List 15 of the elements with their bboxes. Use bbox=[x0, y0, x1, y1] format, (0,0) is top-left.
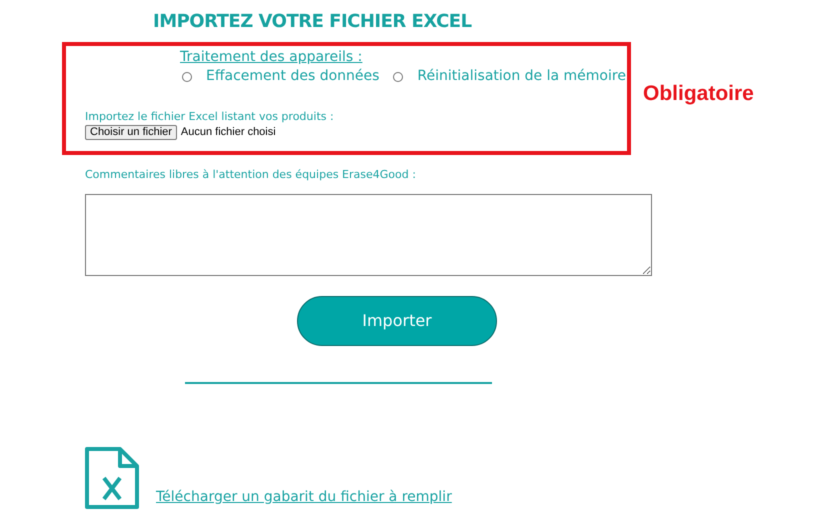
radio-label[interactable]: Réinitialisation de la mémoire bbox=[417, 66, 626, 87]
radio-button[interactable] bbox=[182, 72, 192, 82]
import-button[interactable]: Importer bbox=[297, 296, 497, 346]
spreadsheet-file-icon bbox=[84, 446, 140, 510]
radio-label[interactable]: Effacement des données bbox=[206, 66, 380, 87]
page-title: IMPORTEZ VOTRE FICHIER EXCEL bbox=[153, 10, 472, 34]
comments-field[interactable] bbox=[85, 194, 652, 276]
treatment-label: Traitement des appareils : bbox=[180, 48, 362, 67]
file-status: Aucun fichier choisi bbox=[180, 125, 276, 140]
required-annotation: Obligatoire bbox=[643, 81, 754, 107]
template-download-link[interactable]: Télécharger un gabarit du fichier à remplir bbox=[156, 487, 452, 508]
choose-file-button[interactable]: Choisir un fichier bbox=[85, 124, 177, 140]
file-upload-label: Importez le fichier Excel listant vos produits : bbox=[85, 109, 334, 125]
comments-label: Commentaires libres à l'attention des équipes Erase4Good : bbox=[85, 167, 416, 183]
radio-button[interactable] bbox=[393, 72, 404, 82]
